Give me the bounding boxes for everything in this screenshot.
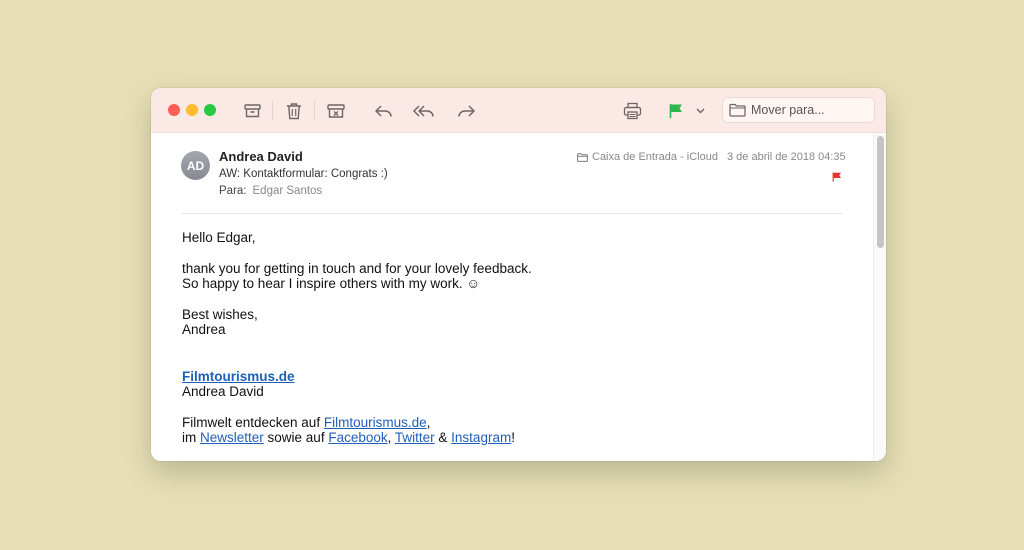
- promo-line2-prefix: im: [182, 430, 200, 445]
- recipient-row: Para: Edgar Santos: [219, 185, 322, 197]
- minimize-window-button[interactable]: [186, 104, 198, 116]
- mailbox-name: Caixa de Entrada - iCloud: [592, 151, 718, 163]
- promo-prefix: Filmwelt entdecken auf: [182, 414, 324, 430]
- chevron-down-icon: [696, 108, 704, 114]
- instagram-link[interactable]: Instagram: [451, 430, 511, 445]
- close-window-button[interactable]: [168, 104, 180, 116]
- sowie-auf-text: sowie auf: [263, 430, 329, 445]
- flag-icon: [669, 104, 682, 118]
- avatar: AD: [181, 151, 210, 180]
- header-divider: [182, 213, 842, 214]
- reply-all-button[interactable]: [411, 98, 437, 124]
- signature-name: Andrea David: [182, 384, 264, 399]
- newsletter-link[interactable]: Newsletter: [200, 430, 264, 445]
- body-line-1: thank you for getting in touch and for y…: [182, 260, 532, 276]
- recipient-name[interactable]: Edgar Santos: [253, 185, 323, 197]
- folder-icon: [729, 103, 746, 117]
- promo-line-2: im Newsletter sowie auf Facebook, Twitte…: [182, 430, 842, 446]
- print-button[interactable]: [619, 98, 645, 124]
- forward-button[interactable]: [453, 98, 479, 124]
- comma-separator: ,: [387, 430, 395, 445]
- flag-dropdown-button[interactable]: [692, 98, 708, 124]
- toolbar-separator: [314, 101, 315, 121]
- archive-icon: [243, 104, 261, 118]
- junk-icon: [327, 104, 345, 118]
- archive-button[interactable]: [239, 98, 265, 124]
- message-body: Hello Edgar, thank you for getting in to…: [182, 230, 842, 446]
- move-to-field[interactable]: Mover para...: [722, 97, 875, 123]
- message-view: AD Andrea David AW: Kontaktformular: Con…: [151, 133, 873, 461]
- mailbox-indicator: Caixa de Entrada - iCloud: [577, 151, 718, 163]
- mailbox-folder-icon: [577, 152, 588, 162]
- flag-icon: [832, 172, 841, 182]
- to-label: Para:: [219, 185, 247, 197]
- move-to-placeholder: Mover para...: [751, 103, 825, 117]
- twitter-link[interactable]: Twitter: [395, 430, 435, 445]
- avatar-initials: AD: [186, 158, 205, 173]
- zoom-window-button[interactable]: [204, 104, 216, 116]
- delete-button[interactable]: [281, 98, 307, 124]
- signoff: Andrea: [182, 322, 226, 337]
- facebook-link[interactable]: Facebook: [328, 430, 387, 445]
- promo-end: !: [511, 430, 515, 445]
- sender-name[interactable]: Andrea David: [219, 149, 303, 164]
- closing: Best wishes,: [182, 306, 258, 322]
- print-icon: [623, 102, 641, 120]
- subject-line: AW: Kontaktformular: Congrats :): [219, 168, 388, 180]
- toolbar-separator: [272, 101, 273, 121]
- toolbar: Mover para...: [151, 88, 886, 133]
- reply-icon: [374, 105, 392, 117]
- promo-comma: ,: [426, 414, 431, 430]
- trash-icon: [287, 103, 301, 120]
- greeting: Hello Edgar,: [182, 230, 256, 245]
- body-line-2: So happy to hear I inspire others with m…: [182, 276, 481, 291]
- forward-icon: [457, 105, 475, 117]
- reply-all-icon: [413, 105, 434, 117]
- message-flag[interactable]: [832, 169, 842, 187]
- message-date: 3 de abril de 2018 04:35: [727, 151, 846, 163]
- reply-button[interactable]: [370, 98, 396, 124]
- promo-website-link[interactable]: Filmtourismus.de: [324, 415, 427, 430]
- scrollbar-thumb[interactable]: [877, 136, 884, 248]
- mail-window: Mover para... AD Andrea David AW: Kontak…: [151, 88, 886, 461]
- signature-website-link[interactable]: Filmtourismus.de: [182, 369, 295, 384]
- ampersand-separator: &: [434, 430, 452, 445]
- junk-button[interactable]: [323, 98, 349, 124]
- flag-button[interactable]: [663, 98, 689, 124]
- scrollbar[interactable]: [873, 133, 886, 461]
- promo-line-1: Filmwelt entdecken auf Filmtourismus.de,: [182, 415, 842, 431]
